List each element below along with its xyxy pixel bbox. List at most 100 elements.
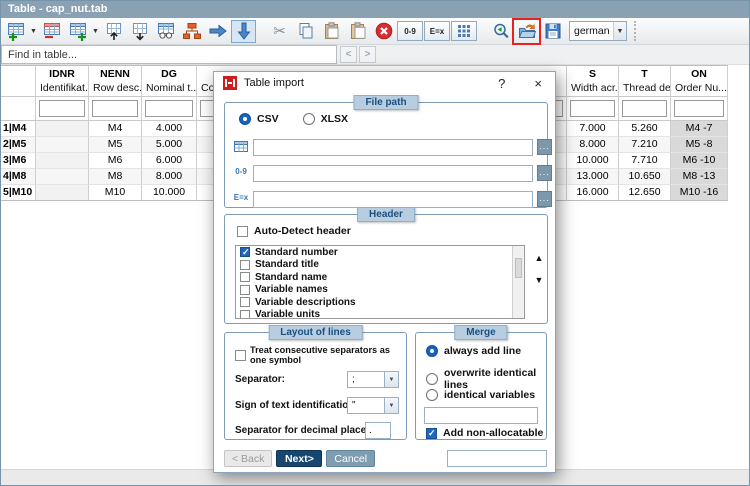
list-scrollbar[interactable] [512, 246, 524, 318]
find-previous-button[interactable]: < [340, 46, 357, 63]
item-checkbox[interactable] [240, 285, 250, 295]
csv-radio[interactable] [239, 113, 251, 125]
grid-toggle[interactable] [451, 21, 477, 41]
xlsx-radio[interactable] [303, 113, 315, 125]
delete-button[interactable] [371, 20, 396, 43]
item-checkbox[interactable] [240, 260, 250, 270]
formula-file-path-input[interactable] [253, 191, 533, 208]
list-item[interactable]: Variable names [236, 284, 524, 297]
item-checkbox[interactable] [240, 310, 250, 319]
col-header-on[interactable]: ON [671, 65, 728, 81]
text-sign-label: Sign of text identification: [235, 400, 358, 411]
dialog-help-button[interactable]: ? [498, 76, 505, 91]
find-in-table-input[interactable] [1, 45, 337, 64]
overwrite-identical-radio[interactable] [426, 373, 438, 385]
col-header-t[interactable]: T [619, 65, 671, 81]
consecutive-separators-checkbox[interactable] [235, 350, 246, 361]
separator-caret-icon[interactable]: ▼ [384, 372, 398, 387]
col-header-idnr[interactable]: IDNR [36, 65, 89, 81]
next-button[interactable]: Next> [276, 450, 322, 467]
item-checkbox[interactable] [240, 247, 250, 257]
header-items-list[interactable]: Standard number Standard title Standard … [235, 245, 525, 319]
app-window: Table - cap_nut.tab ▼ ▼ [0, 0, 750, 486]
text-sign-caret-icon[interactable]: ▼ [384, 398, 398, 413]
list-item[interactable]: Standard name [236, 271, 524, 284]
language-caret-icon[interactable]: ▼ [613, 22, 626, 40]
save-button[interactable] [540, 20, 565, 43]
find-next-button[interactable]: > [359, 46, 376, 63]
item-checkbox[interactable] [240, 272, 250, 282]
move-row-up-button[interactable] [101, 20, 126, 43]
file-path-group: File path CSV XLSX ... 0-9 ... [224, 102, 548, 208]
row-header[interactable]: 3|M6 [1, 153, 36, 169]
cancel-button[interactable]: Cancel [326, 450, 375, 467]
filter-input-s[interactable] [570, 100, 615, 117]
table-view-button[interactable] [153, 20, 178, 43]
search-zoom-button[interactable] [488, 20, 513, 43]
filter-input-idnr[interactable] [39, 100, 85, 117]
text-sign-select[interactable]: " ▼ [347, 397, 399, 414]
filter-input-dg[interactable] [145, 100, 193, 117]
col-header-dg[interactable]: DG [142, 65, 197, 81]
col-desc-s: Width acr... [567, 81, 619, 97]
add-rows-button[interactable] [3, 20, 28, 43]
numeric-file-path-input[interactable] [253, 165, 533, 182]
row-up-icon [104, 21, 124, 41]
language-select[interactable]: german ▼ [569, 21, 627, 41]
browse-numeric-file-button[interactable]: ... [537, 165, 552, 181]
list-item[interactable]: Variable units [236, 309, 524, 320]
dialog-footer-input[interactable] [447, 450, 547, 467]
red-x-icon [374, 21, 394, 41]
cut-button[interactable]: ✂ [267, 20, 292, 43]
add-non-allocatable-checkbox[interactable] [426, 428, 437, 439]
filter-input-on[interactable] [674, 100, 724, 117]
col-header-nenn[interactable]: NENN [89, 65, 142, 81]
dialog-close-button[interactable]: × [534, 76, 542, 91]
move-item-down-button[interactable]: ▼ [531, 273, 547, 287]
identical-variables-radio[interactable] [426, 389, 438, 401]
jump-right-button[interactable] [205, 20, 230, 43]
jump-down-button[interactable] [231, 20, 256, 43]
row-down-icon [130, 21, 150, 41]
import-table-button[interactable] [514, 20, 539, 43]
numeric-format-toggle[interactable]: 0-9 [397, 21, 423, 41]
table-structure-button[interactable] [179, 20, 204, 43]
paste-special-button[interactable] [345, 20, 370, 43]
move-row-down-button[interactable] [127, 20, 152, 43]
insert-table-button[interactable] [65, 20, 90, 43]
browse-formula-file-button[interactable]: ... [537, 191, 552, 207]
insert-table-dropdown[interactable]: ▼ [91, 20, 100, 43]
table-file-path-input[interactable] [253, 139, 533, 156]
csv-radio-label: CSV [257, 113, 279, 125]
browse-table-file-button[interactable]: ... [537, 139, 552, 155]
list-item[interactable]: Standard title [236, 259, 524, 272]
copy-button[interactable] [293, 20, 318, 43]
auto-detect-checkbox[interactable] [237, 226, 248, 237]
hierarchy-icon [182, 21, 202, 41]
paste-button[interactable] [319, 20, 344, 43]
col-desc-nenn: Row desc... [89, 81, 142, 97]
add-rows-dropdown[interactable]: ▼ [29, 20, 38, 43]
item-checkbox[interactable] [240, 297, 250, 307]
row-header[interactable]: 1|M4 [1, 121, 36, 137]
filter-input-t[interactable] [622, 100, 667, 117]
move-item-up-button[interactable]: ▲ [531, 251, 547, 265]
back-button[interactable]: < Back [224, 450, 272, 467]
formula-label: E=x [430, 27, 444, 36]
col-header-s[interactable]: S [567, 65, 619, 81]
merge-option-identical: identical variables [426, 389, 535, 401]
decimal-separator-label: Separator for decimal places [235, 425, 372, 436]
delete-rows-button[interactable] [39, 20, 64, 43]
formula-toggle[interactable]: E=x [424, 21, 450, 41]
list-item[interactable]: Standard number [236, 246, 524, 259]
scrollbar-thumb[interactable] [515, 258, 522, 278]
row-header[interactable]: 5|M10 [1, 185, 36, 201]
row-header[interactable]: 2|M5 [1, 137, 36, 153]
separator-select[interactable]: ; ▼ [347, 371, 399, 388]
identical-variables-input[interactable] [424, 407, 538, 424]
filter-input-nenn[interactable] [92, 100, 138, 117]
always-add-line-radio[interactable] [426, 345, 438, 357]
row-header[interactable]: 4|M8 [1, 169, 36, 185]
list-item[interactable]: Variable descriptions [236, 296, 524, 309]
decimal-separator-input[interactable]: . [365, 422, 391, 439]
